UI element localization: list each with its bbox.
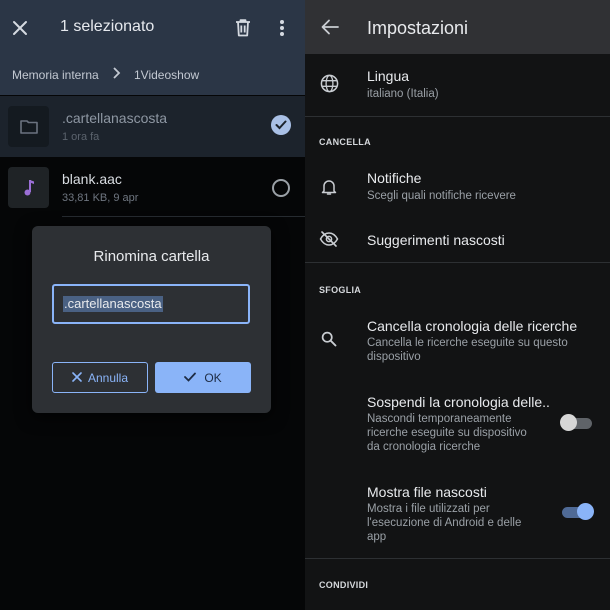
cancel-button[interactable]: Annulla	[52, 362, 148, 393]
check-icon	[184, 371, 197, 385]
rename-folder-dialog: Rinomina cartella .cartellanascosta Annu…	[32, 226, 271, 413]
toggle-thumb	[577, 503, 594, 520]
hidden-suggestions-setting[interactable]: Suggerimenti nascosti	[367, 232, 505, 248]
section-header-condividi: CONDIVIDI	[319, 580, 369, 590]
divider	[305, 116, 610, 117]
language-value: italiano (Italia)	[367, 88, 439, 100]
notifications-description: Scegli quali notifiche ricevere	[367, 190, 516, 202]
file-manager-panel: 1 selezionato Memoria interna 1Videoshow…	[0, 0, 305, 610]
ok-label: OK	[204, 370, 222, 385]
selection-app-bar: 1 selezionato	[0, 0, 305, 56]
folder-icon	[8, 106, 49, 147]
page-title: Impostazioni	[367, 18, 469, 38]
selection-radio[interactable]	[272, 179, 290, 197]
notifications-setting[interactable]: Notifiche	[367, 170, 421, 186]
close-icon	[72, 371, 82, 385]
bell-icon	[318, 176, 340, 198]
cancel-label: Annulla	[87, 370, 129, 385]
selection-count-title: 1 selezionato	[60, 18, 155, 35]
search-icon	[318, 328, 340, 350]
file-name: .cartellanascosta	[62, 110, 168, 126]
toggle-thumb	[560, 414, 577, 431]
dialog-title: Rinomina cartella	[93, 248, 210, 265]
show-hidden-files-toggle[interactable]	[560, 503, 594, 521]
divider	[305, 262, 610, 263]
ok-button[interactable]: OK	[155, 362, 251, 393]
divider	[305, 558, 610, 559]
file-row-hidden-folder[interactable]: .cartellanascosta 1 ora fa	[0, 96, 305, 157]
pause-history-toggle[interactable]	[560, 414, 594, 432]
eye-off-icon	[318, 228, 340, 250]
settings-panel: Impostazioni Lingua italiano (Italia) CA…	[305, 0, 610, 610]
file-row-blank-aac[interactable]: blank.aac 33,81 KB, 9 apr	[0, 157, 305, 218]
file-name: blank.aac	[62, 171, 122, 187]
clear-search-history-setting[interactable]: Cancella cronologia delle ricerche	[367, 318, 577, 334]
pause-history-setting[interactable]: Sospendi la cronologia delle..	[367, 394, 550, 410]
pause-history-description-line: ricerche eseguite su dispositivo	[367, 427, 527, 439]
folder-name-input[interactable]: .cartellanascosta	[52, 284, 250, 324]
show-hidden-description-line: app	[367, 531, 387, 543]
language-setting[interactable]: Lingua	[367, 68, 409, 84]
breadcrumb-current-folder[interactable]: 1Videoshow	[134, 68, 199, 82]
breadcrumb: Memoria interna 1Videoshow	[0, 56, 305, 95]
music-note-icon	[8, 167, 49, 208]
pause-history-description-line: da cronologia ricerche	[367, 441, 481, 453]
pause-history-description-line: Nascondi temporaneamente	[367, 413, 512, 425]
folder-name-value: .cartellanascosta	[63, 296, 163, 312]
file-meta: 1 ora fa	[62, 131, 100, 143]
divider	[62, 216, 305, 217]
show-hidden-description-line: Mostra i file utilizzati per	[367, 503, 490, 515]
section-header-sfoglia: SFOGLIA	[319, 285, 362, 295]
show-hidden-description-line: l'esecuzione di Android e delle	[367, 517, 522, 529]
show-hidden-files-setting[interactable]: Mostra file nascosti	[367, 484, 487, 500]
settings-app-bar: Impostazioni	[305, 0, 610, 54]
clear-history-description-line: dispositivo	[367, 351, 421, 363]
clear-history-description-line: Cancella le ricerche eseguite su questo	[367, 337, 568, 349]
trash-icon[interactable]	[230, 14, 256, 42]
section-header-cancella: CANCELLA	[319, 137, 371, 147]
file-meta: 33,81 KB, 9 apr	[62, 192, 139, 204]
arrow-back-icon[interactable]	[317, 14, 343, 40]
globe-icon	[318, 72, 340, 94]
breadcrumb-internal-storage[interactable]: Memoria interna	[12, 68, 99, 82]
check-circle-icon[interactable]	[271, 115, 291, 135]
close-icon[interactable]	[6, 14, 34, 42]
chevron-right-icon	[110, 64, 124, 82]
more-vert-icon[interactable]	[271, 14, 293, 42]
